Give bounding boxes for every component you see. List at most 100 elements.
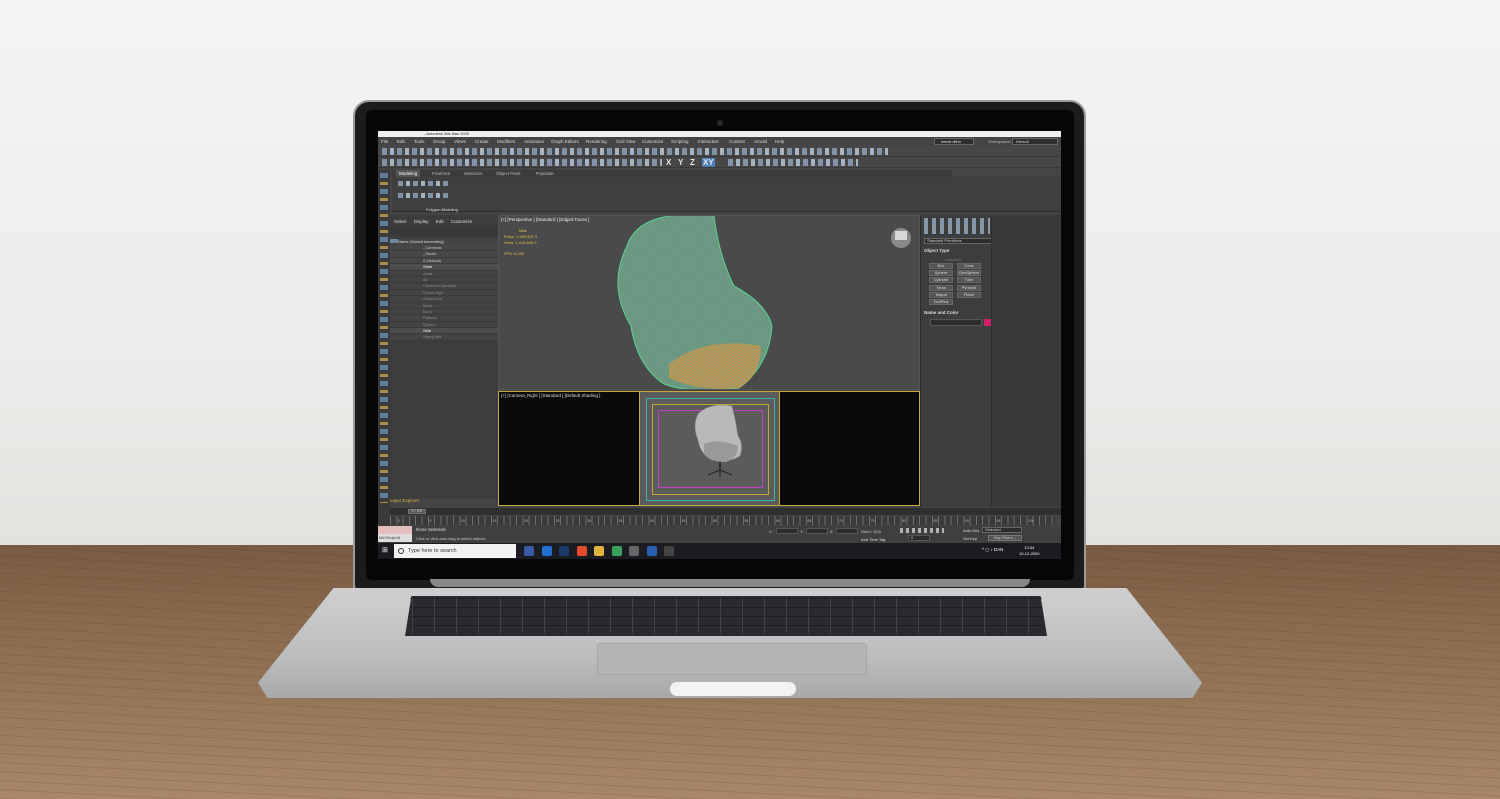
pyramid-button[interactable]: Pyramid: [957, 285, 981, 291]
plane-button[interactable]: Plane: [957, 292, 981, 298]
timeline-tick-label: 50: [713, 519, 717, 523]
object-name-field[interactable]: [930, 319, 982, 326]
x-coord-field[interactable]: [776, 528, 798, 534]
laptop-front-notch: [670, 682, 796, 696]
tab-selection[interactable]: Selection: [464, 170, 483, 177]
workspaces-dropdown[interactable]: Default: [1012, 138, 1058, 145]
geosphere-button[interactable]: GeoSphere: [957, 270, 981, 276]
timeline-tick-label: 55: [744, 519, 749, 523]
menu-group[interactable]: Group: [433, 139, 446, 144]
explorer-tab-display[interactable]: Display: [414, 219, 429, 224]
taskbar-search-placeholder: Type here to search: [408, 548, 457, 554]
name-and-color-heading[interactable]: Name and Color: [924, 310, 959, 315]
cylinder-button[interactable]: Cylinder: [929, 277, 953, 283]
toolbar-icons-3[interactable]: [728, 159, 858, 166]
taskbar-app-icon[interactable]: [524, 546, 534, 556]
command-panel-tabs[interactable]: [924, 218, 990, 234]
key-filters-button[interactable]: Key Filters...: [988, 535, 1022, 541]
explorer-tab-edit[interactable]: Edit: [436, 219, 444, 224]
taskbar-app-icon[interactable]: [594, 546, 604, 556]
z-coord-field[interactable]: [836, 528, 858, 534]
object-color-swatch[interactable]: [984, 319, 991, 326]
teapot-button[interactable]: Teapot: [929, 292, 953, 298]
menu-edit[interactable]: Edit: [397, 139, 405, 144]
playback-controls[interactable]: [900, 528, 944, 533]
toolbar-icons[interactable]: [382, 148, 888, 155]
menu-tools[interactable]: Tools: [414, 139, 425, 144]
polygon-modeling-label[interactable]: Polygon Modeling: [426, 207, 458, 212]
torus-button[interactable]: Torus: [929, 285, 953, 291]
taskbar-app-icon[interactable]: [559, 546, 569, 556]
menu-views[interactable]: Views: [454, 139, 466, 144]
layer-explorer-label[interactable]: Layer Explorer: [390, 498, 419, 503]
tab-modeling[interactable]: Modeling: [396, 170, 421, 177]
left-strip-icons[interactable]: [380, 173, 388, 503]
key-selection-dropdown[interactable]: Selected: [982, 527, 1022, 533]
axis-z-button[interactable]: Z: [690, 158, 695, 167]
maxscript-listener[interactable]: [378, 526, 412, 534]
tab-object-paint[interactable]: Object Paint: [496, 170, 521, 177]
box-button[interactable]: Box: [929, 263, 953, 269]
menu-help[interactable]: Help: [775, 139, 784, 144]
add-time-tag[interactable]: Add Time Tag: [861, 537, 885, 542]
y-coord-field[interactable]: [806, 528, 828, 534]
ribbon-icons-2[interactable]: [398, 193, 448, 198]
taskbar-search[interactable]: Type here to search: [394, 544, 516, 558]
tab-populate[interactable]: Populate: [536, 170, 554, 177]
maxscript-mini-listener[interactable]: MAXScript Mi: [378, 534, 412, 542]
main-toolbar: [378, 146, 1061, 157]
taskbar-clock[interactable]: 13:34 10-12-2020: [1019, 545, 1039, 557]
menu-file[interactable]: File: [381, 139, 388, 144]
time-slider-thumb[interactable]: 0 / 100: [408, 509, 426, 514]
explorer-row[interactable]: Viking Mid: [390, 334, 498, 341]
tube-button[interactable]: Tube: [957, 277, 981, 283]
object-type-heading[interactable]: Object Type: [924, 248, 949, 253]
explorer-tab-customize[interactable]: Customize: [451, 219, 472, 224]
menu-arnold[interactable]: Arnold: [754, 139, 767, 144]
menu-interactive[interactable]: Interactive: [698, 139, 719, 144]
chair-wireframe-model[interactable]: [499, 216, 920, 390]
language-indicator[interactable]: DAN: [994, 547, 1004, 552]
system-tray[interactable]: ^ ◻ ♪ DAN: [982, 547, 1003, 553]
taskbar-app-icon[interactable]: [541, 546, 552, 556]
perspective-viewport[interactable]: [+] [Perspective ] [Standard ] [Edged Fa…: [498, 215, 920, 390]
primitives-dropdown[interactable]: Standard Primitives: [924, 238, 992, 244]
y-coord-label: Y:: [800, 529, 804, 534]
axis-y-button[interactable]: Y: [678, 158, 683, 167]
auto-key-button[interactable]: Auto Key: [963, 528, 979, 533]
cone-button[interactable]: Cone: [957, 263, 981, 269]
menu-content[interactable]: Content: [729, 139, 745, 144]
menu-create[interactable]: Create: [475, 139, 489, 144]
windows-start-icon[interactable]: ⊞: [382, 547, 390, 555]
camera-viewport-label[interactable]: [+] [Camera_Right ] [Standard ] [Default…: [501, 393, 600, 398]
hinge-lip: [430, 579, 1030, 587]
explorer-tab-select[interactable]: Select: [394, 219, 407, 224]
menu-rendering[interactable]: Rendering: [586, 139, 607, 144]
camera-viewport[interactable]: [+] [Camera_Right ] [Standard ] [Default…: [498, 391, 920, 506]
taskbar-app-icon[interactable]: [576, 546, 587, 556]
toolbar-icons-2[interactable]: [382, 159, 662, 166]
taskbar-app-icon[interactable]: [611, 546, 622, 556]
textplus-button[interactable]: TextPlus: [929, 299, 953, 305]
current-frame-field[interactable]: 0: [908, 535, 930, 541]
menu-modifiers[interactable]: Modifiers: [497, 139, 515, 144]
taskbar-app-icon[interactable]: [646, 546, 657, 556]
ribbon-icons[interactable]: [398, 181, 448, 186]
set-key-button[interactable]: Set Key: [963, 536, 977, 541]
taskbar-app-icon[interactable]: [664, 546, 674, 556]
axis-x-button[interactable]: X: [666, 158, 671, 167]
menu-graph-editors[interactable]: Graph Editors: [551, 139, 579, 144]
axis-xy-button[interactable]: XY: [702, 158, 715, 167]
menu-scripting[interactable]: Scripting: [671, 139, 689, 144]
tab-freeform[interactable]: Freeform: [432, 170, 450, 177]
user-account[interactable]: ismail.dilha: [934, 138, 974, 145]
trackpad: [597, 643, 867, 675]
time-slider[interactable]: 0 / 100: [390, 508, 1061, 515]
menu-customize[interactable]: Customize: [642, 139, 663, 144]
taskbar-app-icon[interactable]: [629, 546, 639, 556]
sphere-button[interactable]: Sphere: [929, 270, 953, 276]
menu-civil-view[interactable]: Civil View: [616, 139, 635, 144]
autogrid-checkbox[interactable]: AutoGrid: [945, 257, 961, 262]
explorer-search-bar[interactable]: [390, 227, 498, 236]
menu-animation[interactable]: Animation: [524, 139, 544, 144]
